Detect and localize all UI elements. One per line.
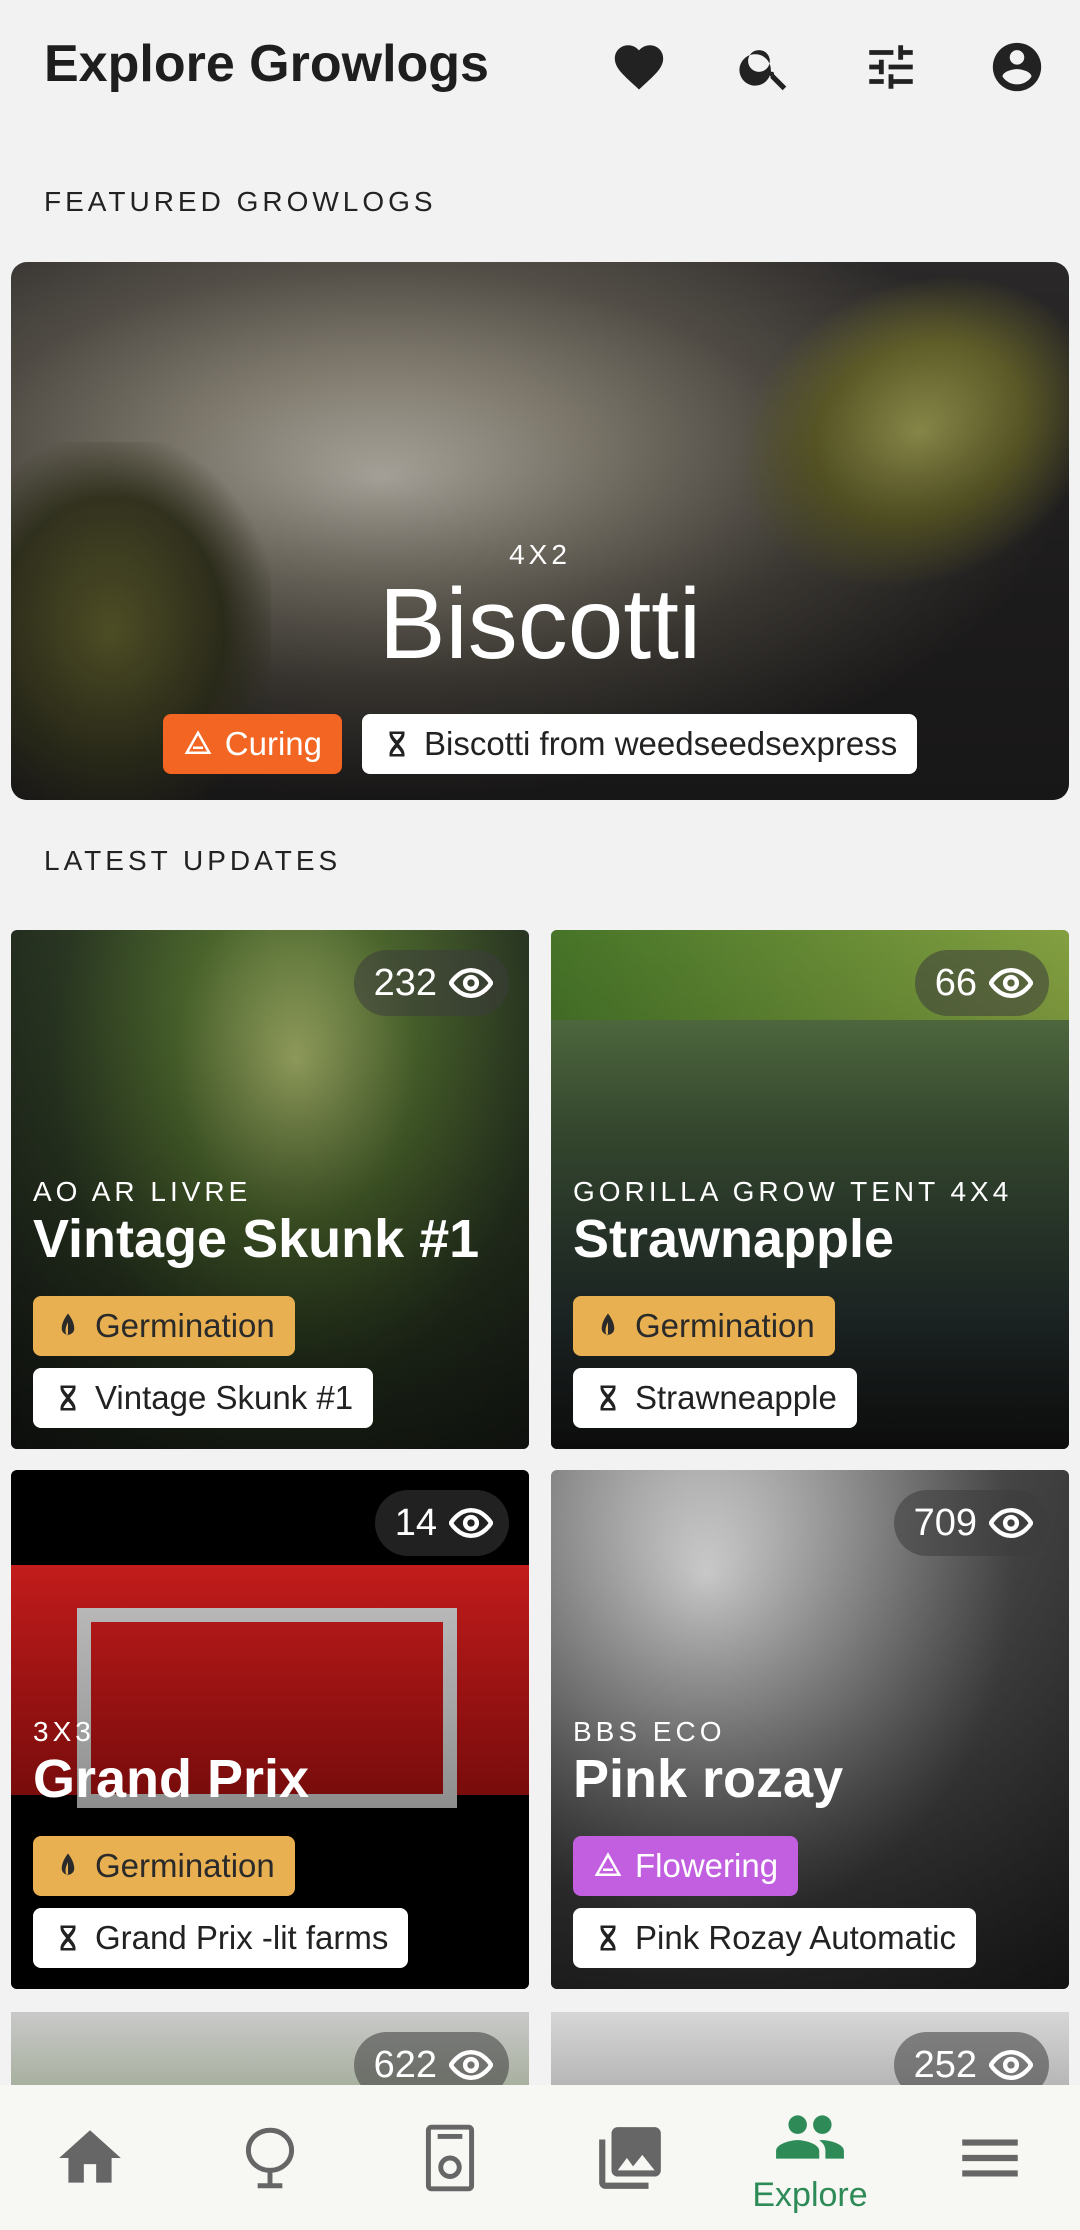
stage-badge: Germination [33,1836,295,1896]
growlog-card[interactable]: 709 BBS ECO Pink rozay Flowering Pink Ro… [551,1470,1069,1989]
filter-sliders-icon [869,45,913,89]
growlog-card[interactable]: 14 3X3 Grand Prix Germination Grand Prix… [11,1470,529,1989]
card-subtitle: GORILLA GROW TENT 4X4 [573,1176,1013,1207]
eye-icon [449,2049,493,2081]
bottom-navigation: Explore [0,2085,1080,2230]
dna-icon [60,1925,76,1951]
home-icon [59,2129,121,2183]
stage-badge: Germination [33,1296,295,1356]
account-button[interactable] [982,32,1052,102]
stage-badge: Curing [162,714,342,774]
seedling-icon [601,1313,615,1336]
featured-title: Biscotti [378,568,702,680]
page-title: Explore Growlogs [44,35,489,93]
plant-tree-icon [245,2127,295,2188]
card-subtitle: AO AR LIVRE [33,1176,252,1207]
dna-icon [389,731,405,757]
nav-home[interactable] [0,2085,180,2230]
featured-section-title: FEATURED GROWLOGS [44,186,437,217]
card-title: Strawnapple [573,1209,895,1269]
stage-badge: Germination [573,1296,835,1356]
heart-icon [614,45,664,90]
stage-badge: Flowering [573,1836,799,1896]
nav-explore[interactable]: Explore [720,2085,900,2230]
nav-explore-label: Explore [752,2176,868,2214]
nav-plants[interactable] [180,2085,360,2230]
card-title: Vintage Skunk #1 [33,1209,480,1269]
seed-packet-icon [425,2124,475,2191]
eye-icon [989,967,1033,999]
view-count: 709 [893,1490,1049,1556]
menu-icon [962,2139,1018,2176]
growlog-card[interactable]: 66 GORILLA GROW TENT 4X4 Strawnapple Ger… [551,930,1069,1449]
view-count: 66 [914,950,1049,1016]
strain-badge: Vintage Skunk #1 [33,1368,374,1428]
seedling-icon [61,1853,75,1876]
gallery-icon [599,2126,661,2189]
strain-badge: Pink Rozay Automatic [573,1908,976,1968]
search-icon [739,50,787,91]
dna-icon [600,1925,616,1951]
curing-icon [184,730,212,754]
explore-people-icon [776,2115,844,2159]
dna-icon [600,1385,616,1411]
strain-badge: Grand Prix -lit farms [33,1908,409,1968]
view-count: 232 [353,950,509,1016]
growlog-card[interactable]: 232 AO AR LIVRE Vintage Skunk #1 Germina… [11,930,529,1449]
nav-strains[interactable] [360,2085,540,2230]
featured-growlog-card[interactable]: 4X2 Biscotti Curing Biscotti from weedse… [11,262,1069,800]
eye-icon [989,2049,1033,2081]
nav-menu[interactable] [900,2085,1080,2230]
eye-icon [449,967,493,999]
latest-section-title: LATEST UPDATES [44,845,342,876]
dna-icon [60,1385,76,1411]
card-subtitle: 3X3 [33,1716,95,1747]
strain-badge: Strawneapple [573,1368,857,1428]
flower-icon [594,1852,622,1876]
card-title: Pink rozay [573,1749,844,1809]
search-button[interactable] [730,32,800,102]
seedling-icon [61,1313,75,1336]
eye-icon [449,1507,493,1539]
card-subtitle: BBS ECO [573,1716,726,1747]
view-count: 14 [374,1490,509,1556]
filter-button[interactable] [856,32,926,102]
card-title: Grand Prix [33,1749,310,1809]
nav-gallery[interactable] [540,2085,720,2230]
eye-icon [989,1507,1033,1539]
favorites-button[interactable] [604,32,674,102]
strain-badge: Biscotti from weedseedsexpress [362,714,918,774]
account-icon [992,42,1042,92]
app-header: Explore Growlogs [0,0,1080,135]
